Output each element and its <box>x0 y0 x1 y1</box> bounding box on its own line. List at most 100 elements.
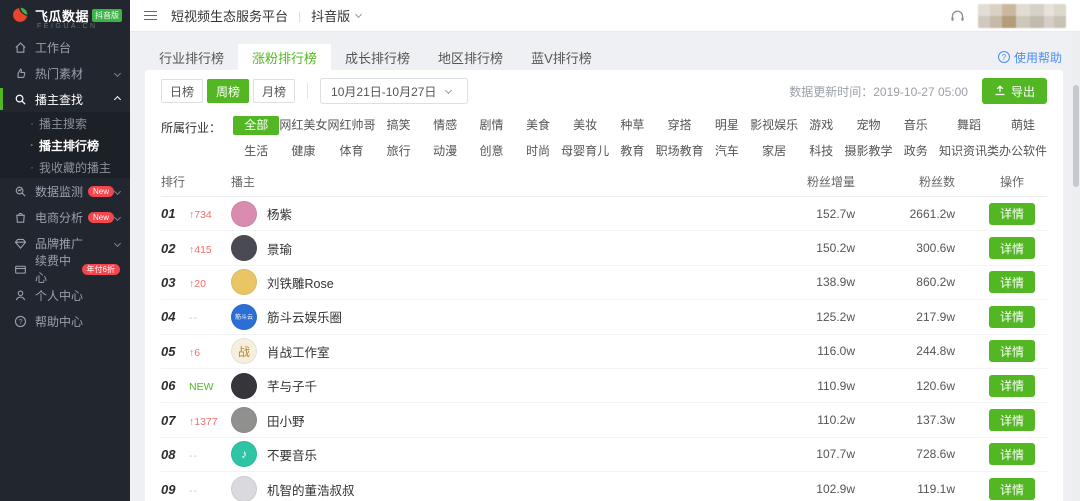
sidebar-subitem-favorite-streamers[interactable]: 我收藏的播主 <box>0 156 130 178</box>
scrollbar <box>1072 32 1080 501</box>
sidebar-item-help-center[interactable]: ? 帮助中心 <box>0 308 130 334</box>
tab-item[interactable]: 地区排行榜 <box>424 44 517 70</box>
streamer-avatar[interactable] <box>231 200 257 227</box>
category-item[interactable]: 时尚 <box>515 142 561 161</box>
scrollbar-thumb[interactable] <box>1073 85 1079 187</box>
detail-button[interactable]: 详情 <box>989 478 1035 501</box>
fans-gain-value: 102.9w <box>816 482 855 497</box>
category-item[interactable]: 科技 <box>798 142 844 161</box>
detail-button[interactable]: 详情 <box>989 409 1035 432</box>
hamburger-menu-icon[interactable] <box>144 8 157 22</box>
streamer-avatar[interactable] <box>231 235 257 262</box>
category-item[interactable]: 动漫 <box>422 142 468 161</box>
new-badge: New <box>88 211 115 223</box>
category-item[interactable]: 网红帅哥 <box>327 116 375 135</box>
category-item[interactable]: 网红美女 <box>279 116 327 135</box>
streamer-name[interactable]: 机智的董浩叔叔 <box>267 480 355 499</box>
sidebar-item-streamer-search[interactable]: 播主查找 <box>0 86 130 112</box>
category-item[interactable]: 宠物 <box>845 116 893 135</box>
sidebar-item-data-monitor[interactable]: 数据监测 New <box>0 178 130 204</box>
detail-button[interactable]: 详情 <box>989 237 1035 260</box>
category-item[interactable]: 健康 <box>279 142 327 161</box>
version-selector[interactable]: 抖音版 <box>311 6 363 25</box>
support-headset-icon[interactable] <box>949 8 966 23</box>
category-item[interactable]: 穿搭 <box>656 116 704 135</box>
category-item[interactable]: 汽车 <box>704 142 750 161</box>
category-item[interactable]: 游戏 <box>798 116 844 135</box>
category-item[interactable]: 办公软件 <box>999 142 1047 161</box>
streamer-avatar[interactable]: 战 <box>231 338 257 365</box>
streamer-avatar[interactable] <box>231 372 257 399</box>
streamer-name[interactable]: 田小野 <box>267 411 305 430</box>
streamer-name[interactable]: 芊与子千 <box>267 376 317 395</box>
category-item[interactable]: 知识资讯类 <box>939 142 999 161</box>
category-item[interactable]: 种草 <box>609 116 655 135</box>
streamer-name[interactable]: 不要音乐 <box>267 445 317 464</box>
category-item[interactable]: 创意 <box>468 142 514 161</box>
streamer-avatar[interactable] <box>231 476 257 501</box>
table-row: 04 -- 筋斗云 筋斗云娱乐圈 125.2w 217.9w 详情 <box>161 300 1047 335</box>
sidebar-item-ecommerce-analysis[interactable]: 电商分析 New <box>0 204 130 230</box>
sidebar-subitem-streamer-search[interactable]: 播主搜索 <box>0 112 130 134</box>
period-button[interactable]: 日榜 <box>161 79 204 103</box>
category-item[interactable]: 旅行 <box>375 142 421 161</box>
category-item[interactable]: 家居 <box>750 142 798 161</box>
sidebar-item-hot-material[interactable]: 热门素材 <box>0 60 130 86</box>
detail-button[interactable]: 详情 <box>989 202 1035 225</box>
sidebar-item-renew-center[interactable]: 续费中心 年付6折 <box>0 254 130 285</box>
category-item[interactable]: 政务 <box>893 142 939 161</box>
streamer-name[interactable]: 肖战工作室 <box>267 342 330 361</box>
streamer-name[interactable]: 刘铁雕Rose <box>267 273 334 292</box>
divider <box>307 83 309 99</box>
streamer-avatar[interactable]: ♪ <box>231 441 257 468</box>
category-item[interactable]: 舞蹈 <box>939 116 999 135</box>
tab-item[interactable]: 蓝V排行榜 <box>517 44 606 70</box>
sidebar-item-personal-center[interactable]: 个人中心 <box>0 282 130 308</box>
detail-button[interactable]: 详情 <box>989 271 1035 294</box>
fans-total-value: 860.2w <box>916 275 955 290</box>
export-button[interactable]: 导出 <box>981 78 1047 104</box>
period-button[interactable]: 周榜 <box>207 79 250 103</box>
category-item[interactable]: 全部 <box>233 116 280 135</box>
tab-item[interactable]: 成长排行榜 <box>331 44 424 70</box>
streamer-avatar[interactable]: 筋斗云 <box>231 303 257 330</box>
table-row: 06 NEW 芊与子千 110.9w 120.6w 详情 <box>161 369 1047 404</box>
streamer-name[interactable]: 杨紫 <box>267 204 292 223</box>
fans-total-value: 728.6w <box>916 447 955 462</box>
category-item[interactable]: 美妆 <box>561 116 609 135</box>
sidebar-item-workbench[interactable]: 工作台 <box>0 34 130 60</box>
tab-item[interactable]: 涨粉排行榜 <box>238 44 332 70</box>
category-item[interactable]: 母婴育儿 <box>561 142 609 161</box>
date-range-select[interactable]: 10月21日-10月27日 <box>320 78 469 104</box>
category-item[interactable]: 职场教育 <box>656 142 704 161</box>
streamer-name[interactable]: 筋斗云娱乐圈 <box>267 307 342 326</box>
streamer-avatar[interactable] <box>231 407 257 434</box>
detail-button[interactable]: 详情 <box>989 340 1035 363</box>
category-item[interactable]: 明星 <box>704 116 750 135</box>
category-item[interactable]: 搞笑 <box>375 116 421 135</box>
category-item[interactable]: 美食 <box>515 116 561 135</box>
detail-button[interactable]: 详情 <box>989 305 1035 328</box>
period-button[interactable]: 月榜 <box>253 79 296 103</box>
detail-button[interactable]: 详情 <box>989 374 1035 397</box>
user-info-redacted[interactable] <box>978 3 1066 28</box>
category-item[interactable]: 音乐 <box>893 116 939 135</box>
sidebar-item-label: 工作台 <box>35 40 72 55</box>
streamer-name[interactable]: 景瑜 <box>267 239 292 258</box>
category-item[interactable]: 萌娃 <box>999 116 1047 135</box>
ranking-card: 日榜 周榜 月榜 10月21日-10月27日 数据更新时间：2019-10-27… <box>145 70 1063 501</box>
shopping-bag-icon <box>13 210 27 224</box>
controls-row: 日榜 周榜 月榜 10月21日-10月27日 数据更新时间：2019-10-27… <box>161 78 1047 104</box>
category-item[interactable]: 影视娱乐 <box>750 116 798 135</box>
sidebar-subitem-streamer-ranking[interactable]: 播主排行榜 <box>0 134 130 156</box>
category-item[interactable]: 生活 <box>233 142 279 161</box>
category-item[interactable]: 情感 <box>422 116 468 135</box>
help-link[interactable]: ? 使用帮助 <box>997 49 1062 66</box>
streamer-avatar[interactable] <box>231 269 257 296</box>
category-item[interactable]: 教育 <box>609 142 655 161</box>
detail-button[interactable]: 详情 <box>989 443 1035 466</box>
category-item[interactable]: 剧情 <box>468 116 514 135</box>
category-item[interactable]: 摄影教学 <box>845 142 893 161</box>
category-item[interactable]: 体育 <box>327 142 375 161</box>
tab-item[interactable]: 行业排行榜 <box>145 44 238 70</box>
